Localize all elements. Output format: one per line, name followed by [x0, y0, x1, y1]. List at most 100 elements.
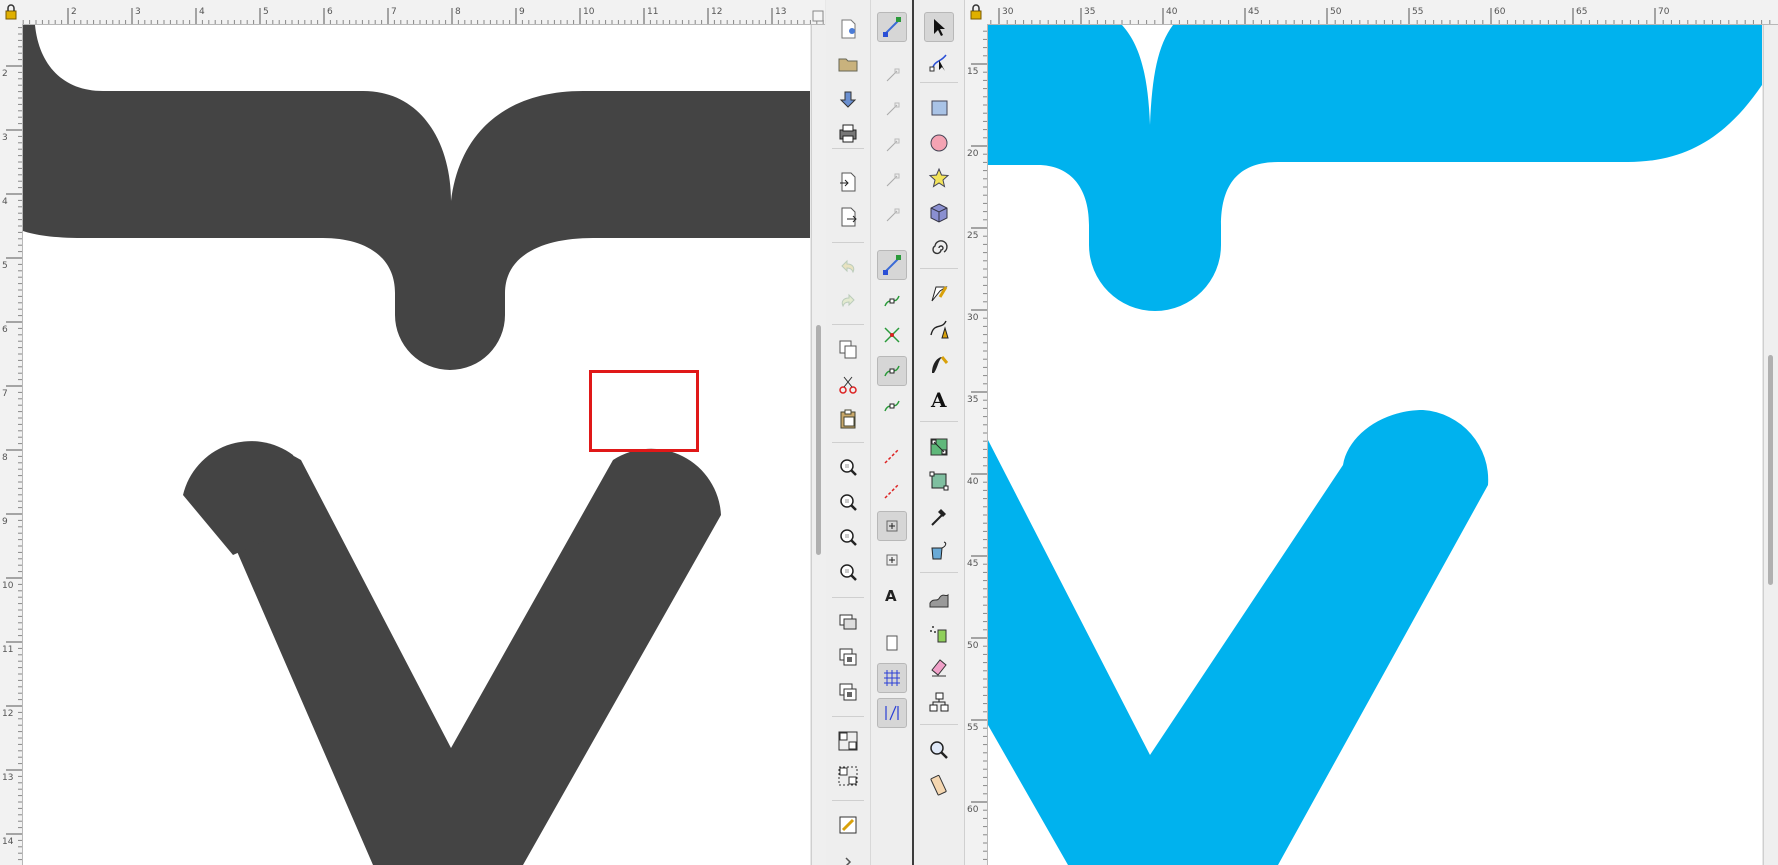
spray-tool-button[interactable] — [924, 618, 954, 648]
vertical-ruler[interactable]: 2 3 4 5 6 7 8 9 10 11 12 13 14 — [0, 24, 23, 865]
drawing-canvas-right[interactable] — [988, 25, 1762, 865]
gradient-tool-button[interactable] — [924, 432, 954, 462]
pen-tool-button[interactable] — [924, 314, 954, 344]
snap-rotation-center-button[interactable] — [877, 545, 907, 575]
zoom-page-button[interactable] — [833, 522, 863, 552]
vertical-ruler-right[interactable]: 15 20 25 30 35 40 45 50 55 60 — [965, 24, 988, 865]
snap-bbox-edges-button[interactable] — [877, 95, 907, 125]
eraser-tool-button[interactable] — [924, 652, 954, 682]
import-icon — [837, 88, 859, 110]
scrollbar-thumb-right[interactable] — [1768, 355, 1773, 585]
export-button[interactable] — [833, 202, 863, 232]
mesh-tool-icon — [928, 470, 950, 492]
ruler-label: 50 — [967, 641, 979, 651]
toolbar-separator — [832, 716, 864, 717]
horizontal-ruler[interactable]: 2 3 4 5 6 7 8 9 10 11 12 13 — [22, 0, 825, 25]
more-chevron-button[interactable] — [833, 847, 863, 865]
ruler-label: 8 — [455, 7, 461, 17]
pencil-tool-button[interactable] — [924, 279, 954, 309]
snap-guide-button[interactable] — [877, 698, 907, 728]
tweak-tool-button[interactable] — [924, 583, 954, 613]
snap-bbox-button[interactable] — [877, 61, 907, 91]
spiral-tool-icon — [928, 237, 950, 259]
snap-bbox-center-icon — [881, 205, 903, 227]
zoom-drawing-button[interactable] — [833, 487, 863, 517]
vertical-scrollbar-right[interactable] — [1763, 25, 1778, 865]
ruler-label: 6 — [2, 325, 8, 335]
snap-bbox-corners-button[interactable] — [877, 131, 907, 161]
snap-smooth-nodes-button[interactable] — [877, 391, 907, 421]
import-button[interactable] — [833, 84, 863, 114]
group-button[interactable] — [833, 726, 863, 756]
zoom-fit-button[interactable] — [833, 557, 863, 587]
ruler-label: 30 — [967, 313, 979, 323]
spiral-tool-button[interactable] — [924, 233, 954, 263]
ellipse-tool-button[interactable] — [924, 128, 954, 158]
open-folder-button[interactable] — [833, 49, 863, 79]
text-tool-button[interactable]: A — [924, 384, 954, 414]
print-button[interactable] — [833, 118, 863, 148]
snap-cusp-nodes-button[interactable] — [877, 356, 907, 386]
paint-bucket-tool-button[interactable] — [924, 536, 954, 566]
ruler-label: 2 — [71, 7, 77, 17]
vertical-scrollbar[interactable] — [811, 25, 826, 865]
toolbar-separator — [832, 148, 864, 149]
import-file-button[interactable] — [833, 167, 863, 197]
duplicate-selection-button[interactable] — [833, 607, 863, 637]
zoom-selection-button[interactable] — [833, 452, 863, 482]
redo-button[interactable] — [833, 286, 863, 316]
new-document-button[interactable] — [833, 14, 863, 44]
snap-text-baseline-button[interactable]: A — [877, 580, 907, 610]
snap-enable-button[interactable] — [877, 12, 907, 42]
ruler-label: 3 — [135, 7, 141, 17]
snap-nodes-button[interactable] — [877, 250, 907, 280]
xml-editor-button[interactable] — [833, 810, 863, 840]
paste-button[interactable] — [833, 404, 863, 434]
guide-lock-icon[interactable] — [0, 0, 23, 25]
snap-intersections-button[interactable] — [877, 320, 907, 350]
snap-paths-icon — [881, 290, 903, 312]
star-tool-button[interactable] — [924, 163, 954, 193]
snap-line-midpoints-button[interactable] — [877, 441, 907, 471]
undo-button[interactable] — [833, 252, 863, 282]
undo-icon — [837, 256, 859, 278]
ruler-label: 65 — [1576, 7, 1587, 17]
clone-button[interactable] — [833, 642, 863, 672]
blue-glyph-shape[interactable] — [988, 25, 1762, 865]
scrollbar-thumb[interactable] — [816, 325, 821, 555]
scroll-corner-icon[interactable] — [811, 8, 825, 22]
mesh-tool-button[interactable] — [924, 466, 954, 496]
ungroup-button[interactable] — [833, 761, 863, 791]
snap-grid-button[interactable] — [877, 663, 907, 693]
snap-bbox-midpoints-button[interactable] — [877, 166, 907, 196]
snap-object-center-button[interactable] — [877, 511, 907, 541]
snap-page-border-button[interactable] — [877, 628, 907, 658]
cut-button[interactable] — [833, 370, 863, 400]
duplicate-icon — [837, 338, 859, 360]
snap-others-button[interactable] — [877, 476, 907, 506]
measure-tool-button[interactable] — [924, 770, 954, 800]
snap-paths-button[interactable] — [877, 286, 907, 316]
ruler-label: 9 — [519, 7, 525, 17]
unlink-clone-button[interactable] — [833, 677, 863, 707]
guide-lock-icon-right[interactable] — [965, 0, 988, 25]
node-tool-button[interactable] — [924, 47, 954, 77]
snap-bbox-center-button[interactable] — [877, 201, 907, 231]
3d-box-tool-button[interactable] — [924, 198, 954, 228]
horizontal-ruler-right[interactable]: 30 35 40 45 50 55 60 65 70 — [987, 0, 1778, 25]
ruler-label: 35 — [1084, 7, 1095, 17]
calligraphy-tool-button[interactable] — [924, 349, 954, 379]
selector-tool-button[interactable] — [924, 12, 954, 42]
dropper-tool-button[interactable] — [924, 501, 954, 531]
snap-others-icon — [881, 480, 903, 502]
rectangle-tool-button[interactable] — [924, 93, 954, 123]
duplicate-button[interactable] — [833, 334, 863, 364]
connector-tool-button[interactable] — [924, 687, 954, 717]
drawing-canvas[interactable] — [23, 25, 810, 865]
ruler-label: 3 — [2, 133, 8, 143]
snap-grid-icon — [881, 667, 903, 689]
snap-bbox-edges-icon — [881, 99, 903, 121]
zoom-tool-button[interactable] — [924, 735, 954, 765]
connector-tool-icon — [928, 691, 950, 713]
3d-box-tool-icon — [928, 202, 950, 224]
